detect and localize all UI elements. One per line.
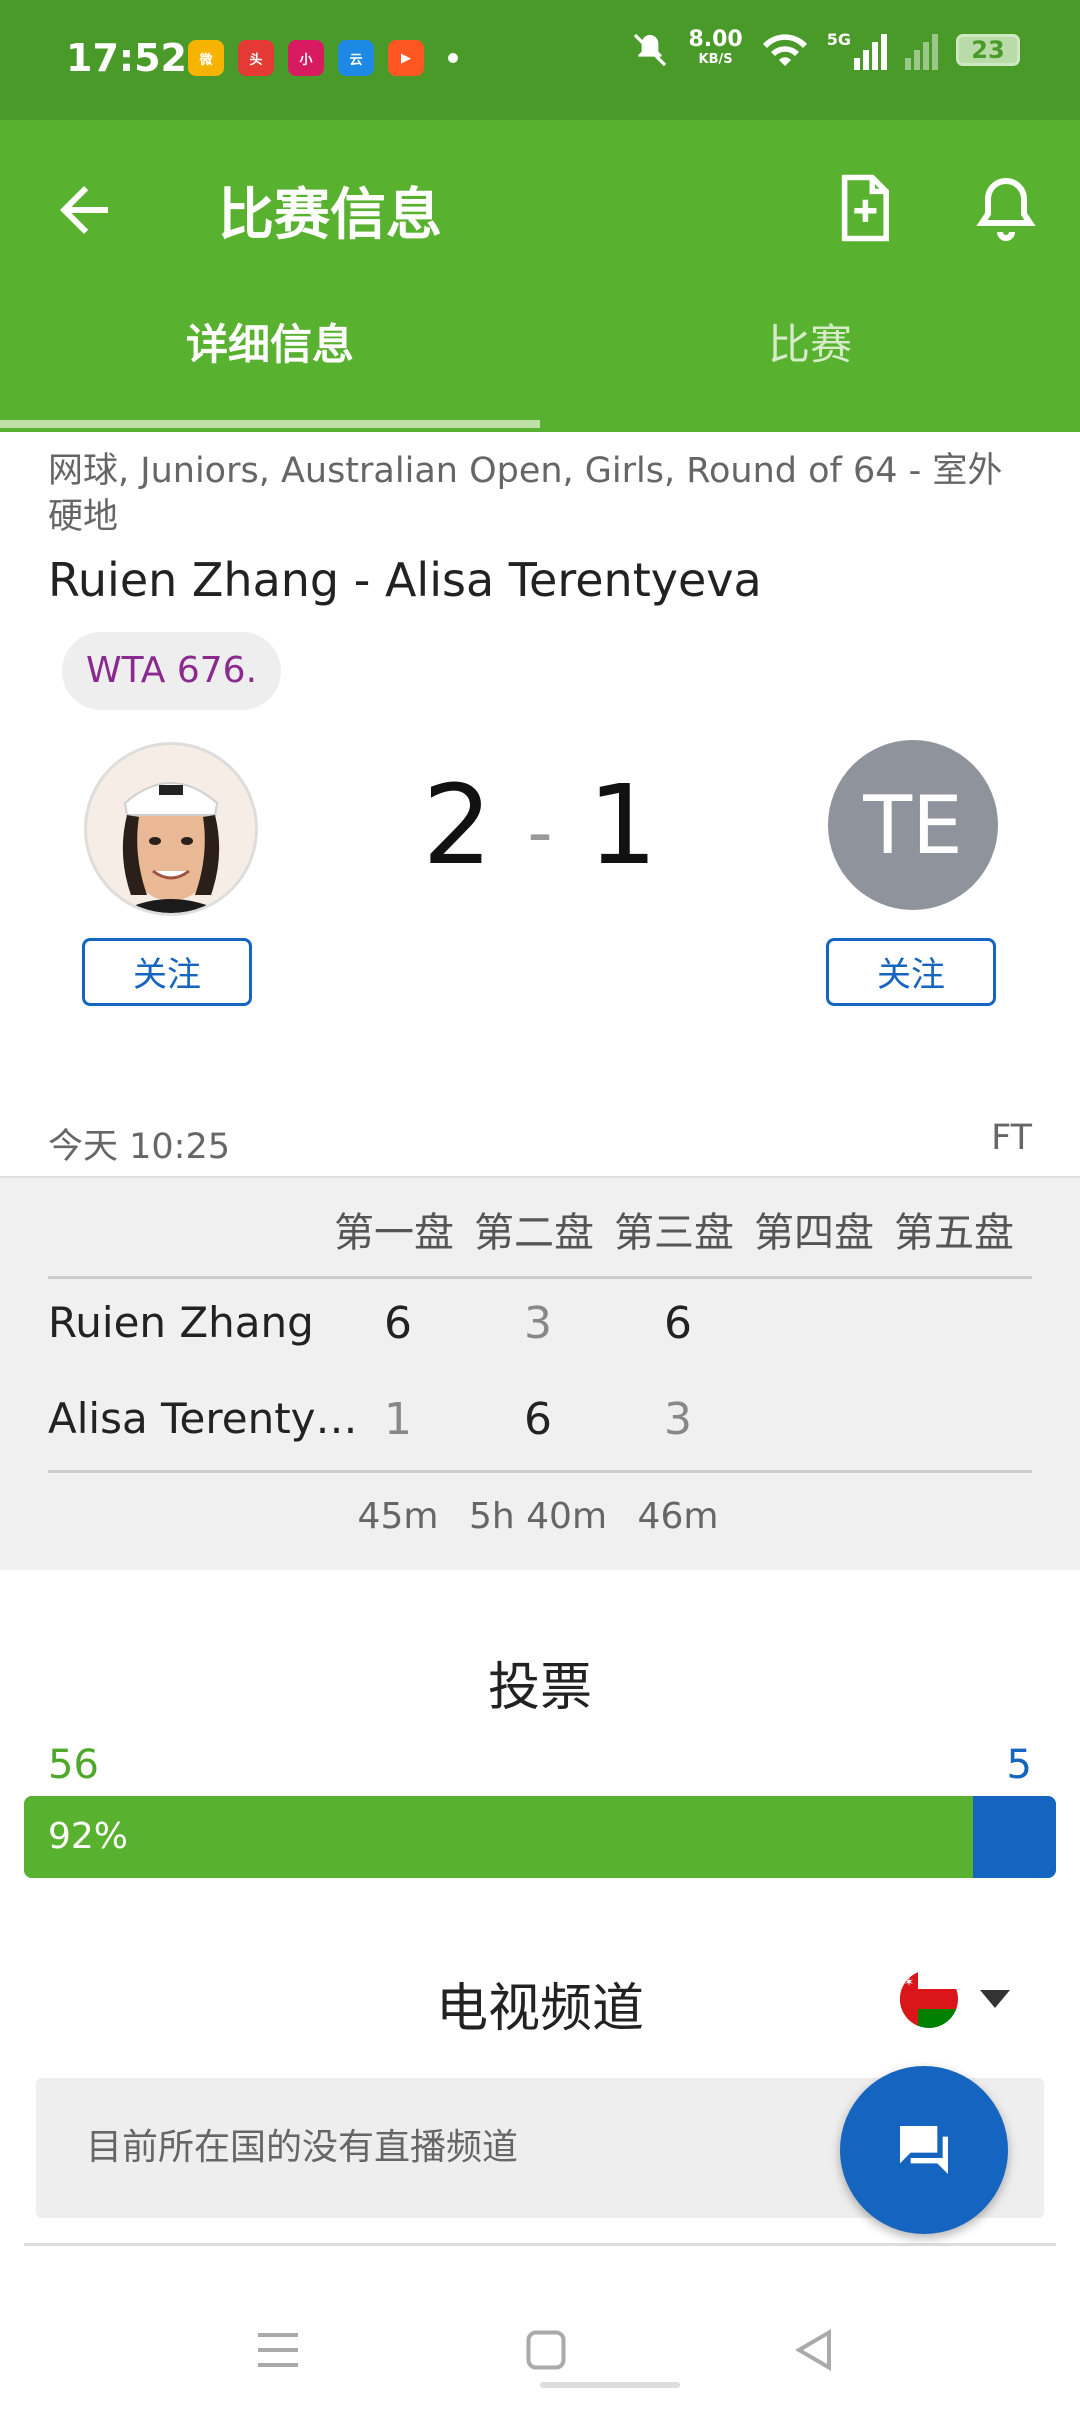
page-title: 比赛信息 (218, 183, 442, 248)
score-home: 2 (422, 761, 493, 889)
mute-bell-icon (634, 33, 667, 67)
player-home-avatar[interactable] (84, 742, 258, 916)
set-duration: 45m (357, 1496, 439, 1537)
player-photo (87, 745, 255, 913)
player-away-avatar[interactable]: TE (828, 740, 998, 910)
video-icon: ▶ (388, 40, 424, 76)
vote-title: 投票 (487, 1658, 592, 1718)
notification-icons: 微 头 小 云 ▶ (188, 40, 458, 76)
tv-empty-message: 目前所在国的没有直播频道 (86, 2127, 519, 2168)
set-score: 1 (384, 1394, 412, 1445)
weibo-icon: 微 (188, 40, 224, 76)
set-score: 6 (384, 1298, 412, 1349)
tab-indicator (0, 420, 540, 428)
status-bar: 17:52 微 头 小 云 ▶ 8.00 KB/S 5G 23 (0, 0, 1080, 120)
home-square-icon[interactable] (516, 2320, 576, 2380)
match-status: FT (991, 1118, 1032, 1158)
tab-details[interactable]: 详细信息 (0, 300, 540, 390)
vote-home-count: 56 (48, 1742, 99, 1788)
app-icon: 云 (338, 40, 374, 76)
back-arrow-icon[interactable] (48, 174, 120, 246)
match-title: Ruien Zhang - Alisa Terentyeva (48, 553, 762, 607)
set-header: 第一盘 (334, 1210, 454, 1256)
status-time: 17:52 (66, 36, 187, 80)
set-scores-table: 第一盘 第二盘 第三盘 第四盘 第五盘 Ruien Zhang 6 3 6 Al… (0, 1176, 1080, 1570)
vote-bar[interactable]: 92% (24, 1796, 1056, 1878)
back-triangle-icon[interactable] (784, 2320, 844, 2380)
score-away: 1 (587, 761, 658, 889)
match-time: 今天 10:25 (48, 1127, 230, 1167)
set-duration: 46m (637, 1496, 719, 1537)
signal-sim2-icon (905, 30, 938, 70)
set-score: 6 (664, 1298, 692, 1349)
vote-home-percent: 92% (48, 1816, 129, 1857)
table-rule (48, 1470, 1032, 1473)
signal-5g-icon: 5G (827, 30, 887, 70)
section-divider (24, 2243, 1056, 2246)
chat-icon (900, 2126, 948, 2174)
follow-away-button[interactable]: 关注 (826, 938, 996, 1006)
gesture-pill (540, 2382, 680, 2388)
wifi-icon (762, 34, 807, 66)
chevron-down-icon[interactable] (980, 1990, 1010, 2008)
table-rule (48, 1276, 1032, 1279)
set-header: 第四盘 (754, 1210, 874, 1256)
net-speed: 8.00 KB/S (688, 27, 743, 70)
breadcrumb: 网球, Juniors, Australian Open, Girls, Rou… (48, 451, 1003, 537)
set-score: 3 (664, 1394, 692, 1445)
bell-icon[interactable] (970, 172, 1042, 244)
battery-icon: 23 (956, 34, 1020, 66)
row-player-name: Alisa Terenty… (48, 1394, 358, 1443)
set-header: 第五盘 (894, 1210, 1014, 1256)
add-document-icon[interactable] (830, 172, 898, 244)
net-speed-unit: KB/S (698, 52, 733, 67)
rank-badge[interactable]: WTA 676. (62, 632, 282, 710)
vote-bar-home-fill (24, 1796, 974, 1878)
flag-graphic: ✶ (900, 1970, 958, 2028)
follow-home-button[interactable]: 关注 (82, 938, 252, 1006)
set-score: 6 (524, 1394, 552, 1445)
score-separator: - (527, 791, 553, 874)
app-bar: 比赛信息 详细信息 比赛 (0, 120, 1080, 432)
row-player-name: Ruien Zhang (48, 1298, 314, 1347)
set-score: 3 (524, 1298, 552, 1349)
chat-fab-button[interactable] (840, 2066, 1008, 2234)
net-speed-value: 8.00 (688, 27, 743, 52)
set-duration: 5h 40m (468, 1496, 608, 1537)
set-header: 第二盘 (474, 1210, 594, 1256)
match-score: 2 - 1 (420, 760, 660, 898)
more-notifications-icon (448, 53, 458, 63)
toutiao-icon: 头 (238, 40, 274, 76)
xiaohongshu-icon: 小 (288, 40, 324, 76)
tab-match[interactable]: 比赛 (540, 300, 1080, 390)
signal-label: 5G (826, 30, 851, 49)
status-right: 8.00 KB/S 5G 23 (630, 27, 1020, 70)
system-nav-bar (0, 2280, 1080, 2414)
menu-icon[interactable] (248, 2320, 308, 2380)
vote-away-count: 5 (1006, 1742, 1032, 1788)
oman-flag-icon[interactable]: ✶ (900, 1970, 958, 2028)
set-header: 第三盘 (614, 1210, 734, 1256)
